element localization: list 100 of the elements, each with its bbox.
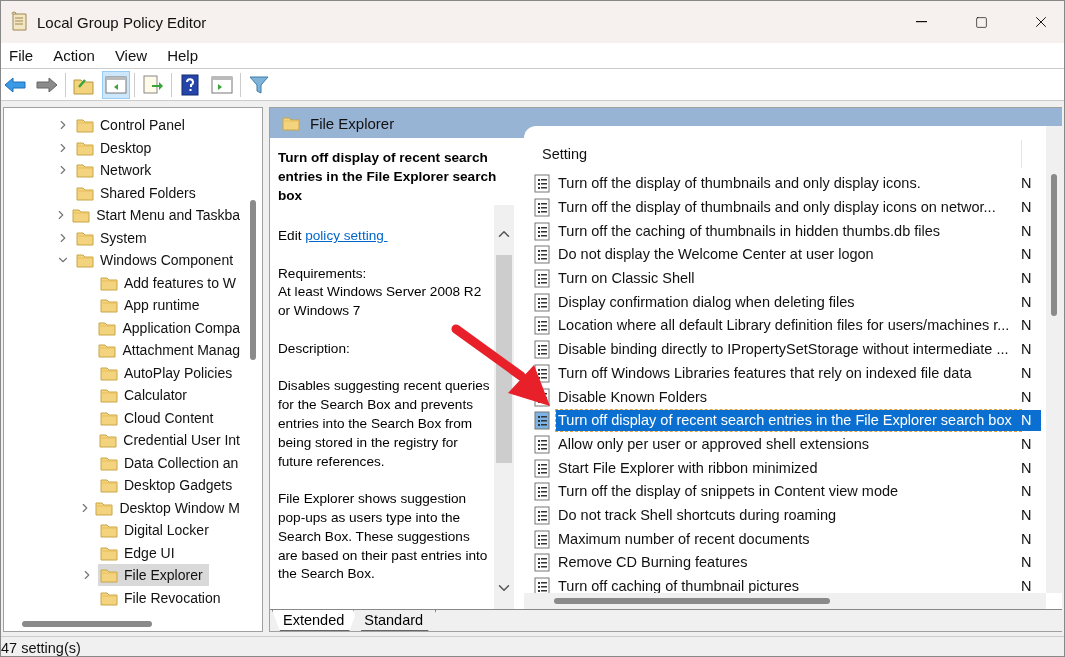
setting-row[interactable]: Turn on Classic Shell	[556, 268, 1021, 290]
scrollbar-thumb[interactable]	[250, 200, 256, 360]
setting-row[interactable]: Disable Known Folders	[556, 386, 1021, 408]
tree-item[interactable]: Desktop Window M	[93, 496, 246, 519]
folder-icon	[76, 184, 94, 201]
folder-icon	[100, 297, 118, 314]
folder-icon	[100, 567, 118, 584]
setting-row[interactable]: Disable binding directly to IPropertySetStorage without intermediate ...	[556, 339, 1021, 361]
tree-item[interactable]: Calculator	[98, 384, 194, 407]
tree-item[interactable]: Edge UI	[98, 541, 181, 564]
setting-row[interactable]: Turn off display of recent search entries in the File Explorer search box	[556, 410, 1021, 432]
policy-document-icon	[534, 198, 550, 218]
state-cell-text: N	[1021, 482, 1033, 502]
policy-document-icon	[534, 458, 550, 478]
tree-item[interactable]: Digital Locker	[98, 519, 215, 542]
policy-document-icon	[534, 411, 550, 431]
tree-item[interactable]: Shared Folders	[74, 181, 202, 204]
folder-icon	[100, 409, 118, 426]
menu-item[interactable]: Action	[47, 47, 105, 64]
state-cell-text: N	[1021, 505, 1033, 525]
minimize-icon	[915, 21, 927, 23]
menu-item[interactable]: View	[108, 47, 158, 64]
state-cell-text: N	[1021, 292, 1033, 312]
tree-item[interactable]: Network	[74, 159, 158, 182]
policy-document-icon	[534, 245, 550, 265]
setting-row[interactable]: Do not display the Welcome Center at user logon	[556, 244, 1021, 266]
policy-document-icon	[534, 221, 550, 241]
tree-item[interactable]: Attachment Manag	[96, 339, 246, 362]
tree-item[interactable]: Data Collection an	[98, 451, 245, 474]
policy-document-icon	[534, 505, 550, 525]
state-cell-text: N	[1021, 553, 1033, 573]
state-cell-text: N	[1021, 316, 1033, 336]
scrollbar-thumb[interactable]	[22, 621, 152, 627]
folder-icon	[100, 364, 118, 381]
state-cell: N	[1021, 410, 1041, 432]
folder-icon	[99, 432, 118, 449]
setting-row[interactable]: Allow only per user or approved shell extensions	[556, 433, 1021, 455]
tree-item[interactable]: Credential User Int	[97, 429, 246, 452]
folder-icon	[100, 387, 118, 404]
state-cell-text: N	[1021, 174, 1033, 194]
policy-document-icon	[534, 316, 550, 336]
setting-row[interactable]: Turn off the display of thumbnails and only display icons.	[556, 173, 1021, 195]
scrollbar-thumb[interactable]	[496, 255, 512, 463]
policy-document-icon	[534, 434, 550, 454]
folder-icon	[76, 252, 94, 269]
state-cell-text: N	[1021, 245, 1033, 265]
view-tab[interactable]: Standard	[353, 610, 437, 631]
scroll-icon	[9, 11, 29, 33]
folder-icon	[76, 229, 94, 246]
setting-row[interactable]: Display confirmation dialog when deleting files	[556, 291, 1021, 313]
description-text: Description:	[278, 339, 351, 358]
tree-pane-icon[interactable]	[102, 70, 130, 99]
status-text: 47 setting(s)	[1, 640, 81, 656]
tree-item[interactable]: Start Menu and Taskba	[70, 204, 246, 227]
tree-item[interactable]: Application Compa	[96, 316, 246, 339]
folder-icon	[95, 499, 114, 516]
setting-row[interactable]: Maximum number of recent documents	[556, 528, 1021, 550]
state-cell-text: N	[1021, 387, 1033, 407]
setting-row[interactable]: Turn off the caching of thumbnails in hidden thumbs.db files	[556, 220, 1021, 242]
setting-row[interactable]: Turn off the display of thumbnails and only display icons on networ...	[556, 197, 1021, 219]
folder-icon	[76, 139, 94, 156]
tree-item[interactable]: Desktop Gadgets	[98, 474, 239, 497]
setting-row[interactable]: Start File Explorer with ribbon minimized	[556, 457, 1021, 479]
view-tab[interactable]: Extended	[272, 610, 358, 631]
policy-setting-link[interactable]: policy setting	[305, 228, 388, 243]
setting-row[interactable]: Do not track Shell shortcuts during roaming	[556, 504, 1021, 526]
folder-icon	[98, 319, 117, 336]
folder-icon	[100, 544, 118, 561]
tree-item[interactable]: Desktop	[74, 136, 158, 159]
policy-document-icon	[534, 482, 550, 502]
folder-icon	[76, 117, 94, 134]
folder-icon	[282, 115, 300, 131]
scrollbar-thumb[interactable]	[554, 598, 830, 604]
setting-row[interactable]: Turn off the display of snippets in Content view mode	[556, 481, 1021, 503]
tree-item[interactable]: File Explorer	[98, 564, 209, 587]
state-cell-text: N	[1021, 458, 1033, 478]
column-header[interactable]: Setting	[534, 140, 1022, 168]
tree-item[interactable]: File Revocation	[98, 586, 227, 609]
tree-item[interactable]: AutoPlay Policies	[98, 361, 239, 384]
scrollbar-thumb[interactable]	[1051, 174, 1057, 316]
tree-item[interactable]: Cloud Content	[98, 406, 220, 429]
menu-item[interactable]: File	[3, 47, 44, 64]
setting-row[interactable]: Location where all default Library definition files for users/machines r...	[556, 315, 1021, 337]
policy-title: Turn off display of recent search entries in the File Explorer search box	[277, 149, 498, 205]
state-cell-text: N	[1021, 269, 1033, 289]
description-text: Requirements: At least Windows Server 2008 R2 or Windows 7	[278, 264, 483, 321]
description-text: Disables suggesting recent queries for the Search Box and prevents entries into the Search Box from being stored in the registry for future references.	[278, 377, 491, 471]
setting-row[interactable]: Remove CD Burning features	[556, 552, 1021, 574]
pane-title: File Explorer	[310, 114, 395, 132]
policy-document-icon	[534, 292, 550, 312]
tree-item[interactable]: Control Panel	[74, 114, 191, 137]
tree-item[interactable]: Add features to W	[98, 271, 243, 294]
policy-document-icon	[534, 553, 550, 573]
policy-document-icon	[534, 340, 550, 360]
tree-item[interactable]: App runtime	[98, 294, 206, 317]
setting-row[interactable]: Turn off Windows Libraries features that rely on indexed file data	[556, 362, 1021, 384]
tree-item[interactable]: System	[74, 226, 153, 249]
tree-item[interactable]: Windows Component	[74, 249, 240, 272]
menu-item[interactable]: Help	[161, 47, 208, 64]
policy-document-icon	[534, 269, 550, 289]
